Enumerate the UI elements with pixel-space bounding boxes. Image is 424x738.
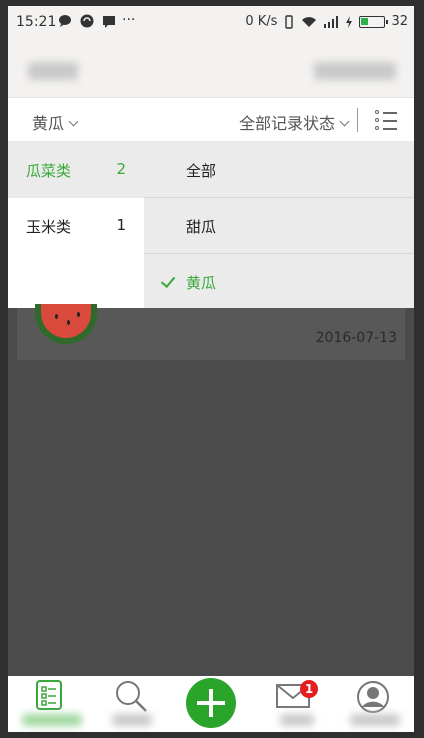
tab-profile[interactable] bbox=[334, 676, 414, 732]
subcategory-item-cucumber[interactable]: 黄瓜 bbox=[144, 254, 414, 310]
user-avatar-icon bbox=[357, 681, 389, 713]
record-status-label: 全部记录状态 bbox=[238, 114, 335, 133]
blurred-header-right bbox=[314, 62, 396, 80]
vibrate-icon bbox=[285, 14, 294, 29]
add-record-button[interactable] bbox=[186, 678, 236, 728]
record-status-selector[interactable]: 全部记录状态 bbox=[238, 110, 350, 134]
category-item-melon-vegetables[interactable]: 瓜菜类 2 bbox=[8, 142, 144, 198]
watermelon-thumbnail bbox=[35, 304, 97, 344]
wifi-icon bbox=[302, 16, 317, 27]
crop-selector[interactable]: 黄瓜 bbox=[32, 110, 79, 134]
subcategory-name: 甜瓜 bbox=[186, 218, 217, 236]
blurred-tab-label bbox=[280, 714, 314, 726]
category-name: 瓜菜类 bbox=[26, 162, 72, 180]
bottom-tab-bar: 1 bbox=[8, 676, 414, 732]
subcategory-name: 黄瓜 bbox=[186, 274, 217, 292]
chevron-down-icon bbox=[68, 116, 79, 127]
network-speed: 0 K/s bbox=[245, 14, 278, 29]
chat-notification-icon bbox=[59, 15, 71, 27]
tab-messages[interactable] bbox=[254, 676, 334, 732]
tab-search[interactable] bbox=[90, 676, 170, 732]
chevron-down-icon bbox=[339, 116, 350, 127]
subcategory-item-all[interactable]: 全部 bbox=[144, 142, 414, 198]
blurred-tab-label bbox=[112, 714, 152, 726]
battery-percent: 32 bbox=[391, 14, 408, 29]
record-card[interactable]: 2016-07-13 bbox=[17, 304, 405, 360]
category-item-corn[interactable]: 玉米类 1 bbox=[8, 198, 144, 254]
subcategory-item-melon[interactable]: 甜瓜 bbox=[144, 198, 414, 254]
blurred-tab-label bbox=[350, 714, 400, 726]
search-icon bbox=[116, 681, 147, 712]
more-notifications-icon: ··· bbox=[122, 12, 136, 28]
category-dropdown-panel: 瓜菜类 2 玉米类 1 全部 甜瓜 黄瓜 bbox=[8, 142, 414, 308]
subcategory-list: 全部 甜瓜 黄瓜 bbox=[144, 142, 414, 308]
signal-icon bbox=[324, 15, 339, 28]
blurred-header-left bbox=[28, 62, 78, 80]
tab-records[interactable] bbox=[8, 676, 88, 732]
category-count: 2 bbox=[116, 160, 126, 178]
subcategory-name: 全部 bbox=[186, 162, 217, 180]
record-list-icon bbox=[36, 680, 62, 710]
message-icon bbox=[103, 16, 115, 28]
divider bbox=[357, 108, 358, 132]
record-date: 2016-07-13 bbox=[315, 330, 397, 346]
message-count-badge: 1 bbox=[300, 680, 318, 698]
battery-level bbox=[361, 17, 369, 25]
phone-screen: 15:21 ··· 0 K/s 32 黄瓜 全部记录状态 瓜菜类 2 玉米类 1… bbox=[8, 6, 414, 732]
checkmark-icon bbox=[160, 272, 176, 289]
filter-bar: 黄瓜 全部记录状态 bbox=[8, 98, 414, 142]
status-right-group: 0 K/s 32 bbox=[245, 14, 408, 29]
category-count: 1 bbox=[116, 216, 126, 234]
crop-selector-label: 黄瓜 bbox=[32, 114, 65, 133]
sync-icon bbox=[80, 14, 94, 28]
blurred-tab-label bbox=[22, 714, 82, 726]
list-view-icon[interactable] bbox=[375, 110, 397, 130]
category-name: 玉米类 bbox=[26, 218, 72, 236]
status-bar: 15:21 ··· 0 K/s 32 bbox=[8, 6, 414, 38]
app-header bbox=[8, 38, 414, 98]
battery-icon bbox=[359, 15, 389, 28]
status-time: 15:21 bbox=[16, 14, 57, 30]
charging-icon bbox=[346, 15, 353, 28]
